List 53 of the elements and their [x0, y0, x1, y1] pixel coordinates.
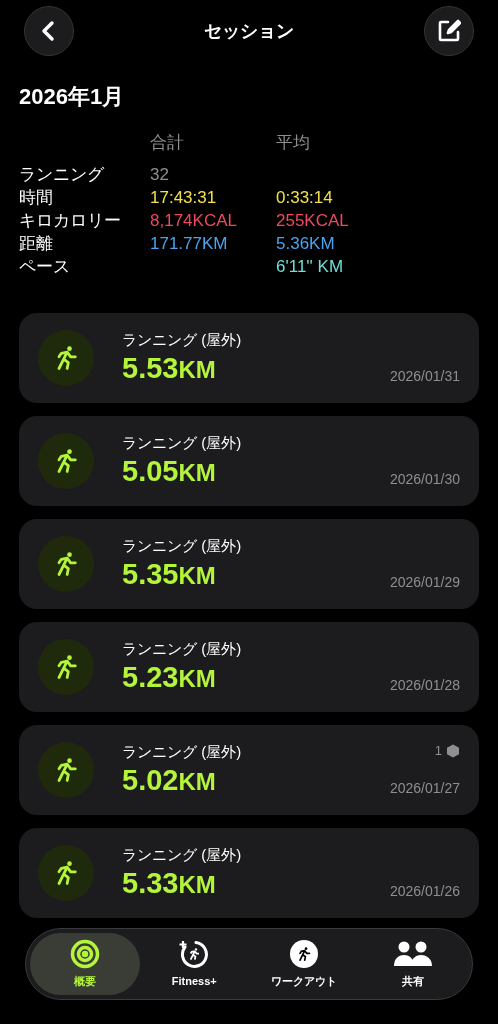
metric-label: ペース	[19, 256, 70, 278]
hexagon-icon	[446, 743, 460, 758]
workout-title: ランニング (屋外)	[122, 432, 242, 453]
workout-distance: 5.33KM	[122, 866, 216, 902]
badge-count: 1	[434, 742, 442, 760]
workout-title: ランニング (屋外)	[122, 535, 242, 556]
workout-distance: 5.05KM	[122, 454, 216, 490]
tab[interactable]: 共有	[358, 933, 468, 995]
workout-title: ランニング (屋外)	[122, 741, 242, 762]
workout-distance: 5.53KM	[122, 351, 216, 387]
metric-label: 時間	[19, 187, 53, 209]
workout-date: 2026/01/26	[389, 882, 460, 901]
column-heading: 合計	[150, 132, 184, 154]
tab[interactable]: Fitness+	[139, 933, 249, 995]
metric-label: 距離	[19, 233, 53, 255]
workout-date: 2026/01/27	[389, 779, 460, 798]
workout-distance: 5.02KM	[122, 763, 216, 799]
workout-distance: 5.35KM	[122, 557, 216, 593]
metric-label: キロカロリー	[19, 210, 121, 232]
month-heading: 2026年1月	[18, 83, 126, 111]
workout-card[interactable]: ランニング (屋外) 5.23KM 2026/01/28	[19, 622, 479, 712]
metric-label: ランニング	[19, 164, 104, 186]
tab[interactable]: ワークアウト	[249, 933, 359, 995]
workout-card[interactable]: ランニング (屋外) 5.02KM 1 2026/01/27	[19, 725, 479, 815]
screen-title: セッション	[204, 19, 294, 43]
tab[interactable]: 概要	[30, 933, 140, 995]
total-value: 171.77KM	[150, 233, 228, 255]
edit-icon	[437, 19, 461, 43]
workout-card[interactable]: ランニング (屋外) 5.35KM 2026/01/29	[19, 519, 479, 609]
workout-date: 2026/01/28	[389, 676, 460, 695]
average-value: 0:33:14	[276, 187, 333, 209]
column-heading: 平均	[276, 132, 310, 154]
fitness-plus-icon	[179, 938, 210, 969]
total-value: 32	[150, 164, 169, 186]
workout-date: 2026/01/29	[389, 573, 460, 592]
runner-icon	[288, 938, 319, 969]
average-value: 255KCAL	[276, 210, 349, 232]
total-value: 8,174KCAL	[150, 210, 237, 232]
workout-card[interactable]: ランニング (屋外) 5.53KM 2026/01/31	[19, 313, 479, 403]
average-value: 5.36KM	[276, 233, 335, 255]
workout-date: 2026/01/31	[389, 367, 460, 386]
workout-date: 2026/01/30	[389, 470, 460, 489]
workout-title: ランニング (屋外)	[122, 844, 242, 865]
back-button[interactable]	[24, 6, 74, 56]
workout-card[interactable]: ランニング (屋外) 5.33KM 2026/01/26	[19, 828, 479, 918]
rings-icon	[69, 938, 100, 969]
workout-title: ランニング (屋外)	[122, 329, 242, 350]
edit-button[interactable]	[424, 6, 474, 56]
workout-title: ランニング (屋外)	[122, 638, 242, 659]
average-value: 6'11'' KM	[276, 256, 344, 278]
workout-distance: 5.23KM	[122, 660, 216, 696]
workout-card[interactable]: ランニング (屋外) 5.05KM 2026/01/30	[19, 416, 479, 506]
total-value: 17:43:31	[150, 187, 217, 209]
